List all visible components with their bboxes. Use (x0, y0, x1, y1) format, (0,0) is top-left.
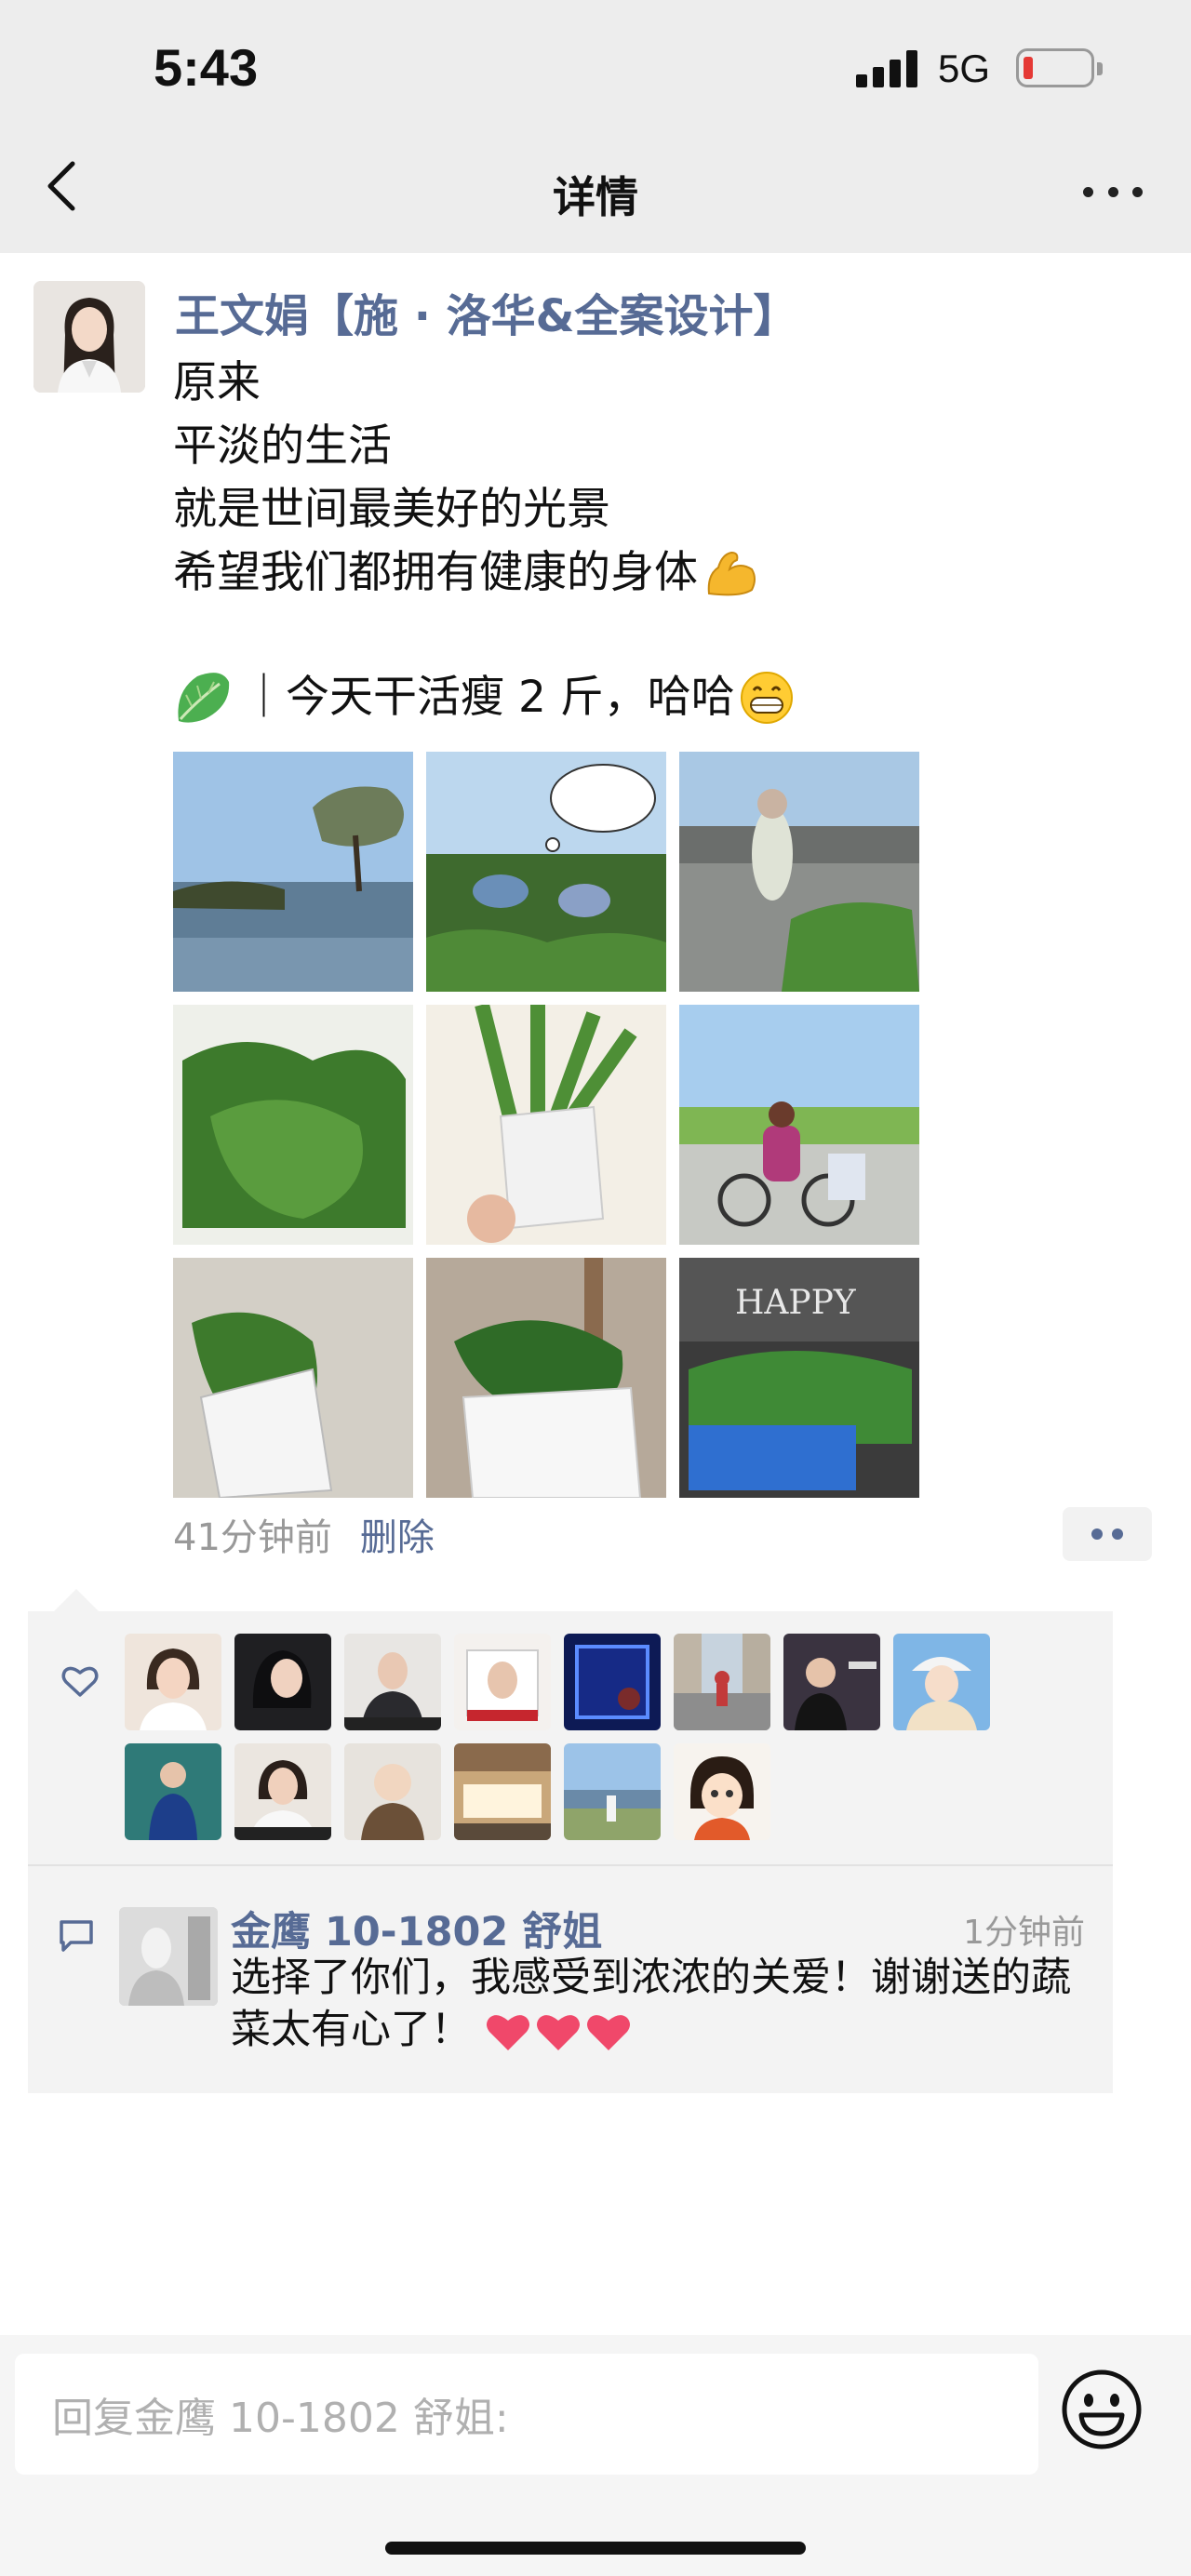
interaction-panel: 金鹰 10-1802 舒姐 1分钟前 选择了你们，我感受到浓浓的关爱！谢谢送的蔬… (28, 1611, 1113, 2093)
author-avatar[interactable] (33, 281, 145, 393)
dot-icon (1132, 186, 1143, 197)
comment-body: 选择了你们，我感受到浓浓的关爱！谢谢送的蔬菜太有心了！ (231, 1955, 1071, 2053)
hearts-emoji (484, 2011, 633, 2054)
post-caption: ｜今天干活瘦 2 斤，哈哈 (173, 666, 795, 729)
liker-avatar[interactable] (125, 1743, 221, 1840)
divider (28, 1864, 1113, 1866)
post-line: 就是世间最美好的光景 (173, 484, 610, 535)
svg-text:HAPPY: HAPPY (735, 1284, 857, 1322)
emoji-button[interactable] (1059, 2367, 1144, 2452)
comment-icon (60, 1920, 93, 1952)
battery-icon (1016, 48, 1103, 87)
post-photo[interactable] (426, 1258, 666, 1498)
post-meta: 41分钟前 删除 (173, 1507, 435, 1561)
flexed-biceps-icon (707, 551, 756, 596)
reply-input[interactable]: 回复金鹰 10-1802 舒姐: (15, 2354, 1038, 2475)
more-options-button[interactable] (1083, 182, 1143, 201)
comment-text: 选择了你们，我感受到浓浓的关爱！谢谢送的蔬菜太有心了！ (231, 1952, 1087, 2056)
panel-pointer (54, 1589, 99, 1611)
liker-avatar[interactable] (344, 1743, 441, 1840)
network-type: 5G (938, 47, 991, 90)
heart-icon (61, 1666, 99, 1697)
author-name[interactable]: 王文娟【施 · 洛华&全案设计】 (175, 279, 798, 344)
like-comment-action-button[interactable] (1063, 1507, 1152, 1561)
grinning-face-icon (740, 672, 793, 724)
liker-avatar[interactable] (674, 1634, 770, 1730)
top-bar: 5:43 5G 详情 (0, 0, 1191, 253)
liker-avatar[interactable] (234, 1634, 331, 1730)
reply-bar: 回复金鹰 10-1802 舒姐: (0, 2335, 1191, 2576)
post-photo[interactable] (679, 1005, 919, 1245)
post-photo[interactable] (173, 1005, 413, 1245)
liker-avatar[interactable] (125, 1634, 221, 1730)
comment-time: 1分钟前 (963, 1914, 1085, 1952)
status-time: 5:43 (154, 38, 259, 97)
post-photo[interactable] (426, 752, 666, 992)
liker-avatar[interactable] (564, 1634, 661, 1730)
liker-avatar[interactable] (234, 1743, 331, 1840)
smiley-icon (1062, 2369, 1142, 2449)
post-caption-text: ｜今天干活瘦 2 斤，哈哈 (242, 672, 735, 723)
post-photo[interactable]: HAPPY (679, 1258, 919, 1498)
post-photo[interactable] (426, 1005, 666, 1245)
heart-emoji-icon (586, 2014, 630, 2050)
liker-avatar[interactable] (454, 1743, 551, 1840)
page-title: 详情 (553, 172, 638, 222)
liker-avatar[interactable] (454, 1634, 551, 1730)
post-photo[interactable] (173, 752, 413, 992)
dot-icon (1107, 186, 1118, 197)
leafy-green-icon (178, 673, 230, 723)
liker-avatar[interactable] (893, 1634, 990, 1730)
liker-avatar[interactable] (783, 1634, 880, 1730)
heart-emoji-icon (486, 2014, 529, 2050)
commenter-avatar[interactable] (119, 1907, 218, 2006)
liker-avatar[interactable] (674, 1743, 770, 1840)
post-time: 41分钟前 (173, 1516, 332, 1559)
post-photo[interactable] (173, 1258, 413, 1498)
post-photo[interactable] (679, 752, 919, 992)
dot-icon (1083, 186, 1093, 197)
delete-link[interactable]: 删除 (360, 1516, 435, 1559)
post-text: 原来 平淡的生活 就是世间最美好的光景 希望我们都拥有健康的身体 (173, 352, 759, 605)
photo-grid: HAPPY (173, 752, 919, 1498)
home-indicator (385, 2542, 806, 2555)
dot-icon (1091, 1528, 1103, 1540)
signal-icon (856, 50, 917, 87)
liker-avatar[interactable] (344, 1634, 441, 1730)
post-line: 平淡的生活 (173, 420, 392, 472)
post-line: 原来 (173, 357, 261, 408)
commenter-name[interactable]: 金鹰 10-1802 舒姐 (231, 1900, 602, 1957)
post-line: 希望我们都拥有健康的身体 (173, 547, 698, 598)
heart-emoji-icon (536, 2014, 580, 2050)
dot-icon (1112, 1528, 1123, 1540)
liker-avatar[interactable] (564, 1743, 661, 1840)
